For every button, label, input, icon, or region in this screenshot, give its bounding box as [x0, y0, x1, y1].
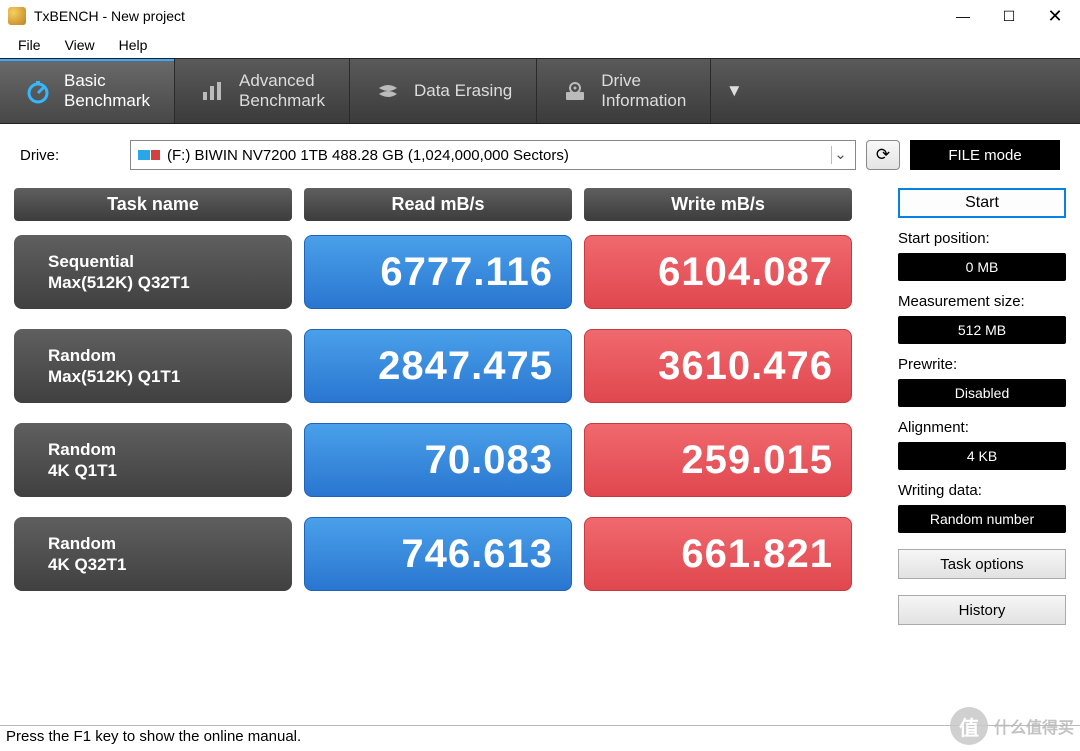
menu-help[interactable]: Help — [107, 35, 160, 55]
header-read: Read mB/s — [304, 188, 572, 221]
drive-selected-text: (F:) BIWIN NV7200 1TB 488.28 GB (1,024,0… — [167, 147, 569, 164]
result-row: Random Max(512K) Q1T1 2847.475 3610.476 — [14, 329, 886, 403]
tab-data-erasing[interactable]: Data Erasing — [350, 59, 537, 123]
start-position-label: Start position: — [898, 230, 1066, 247]
tab-overflow[interactable]: ▼ — [711, 59, 757, 123]
header-write: Write mB/s — [584, 188, 852, 221]
window-title: TxBENCH - New project — [34, 8, 940, 24]
result-row: Random 4K Q32T1 746.613 661.821 — [14, 517, 886, 591]
header-task: Task name — [14, 188, 292, 221]
measurement-size-label: Measurement size: — [898, 293, 1066, 310]
menu-view[interactable]: View — [53, 35, 107, 55]
results-panel: Task name Read mB/s Write mB/s Sequentia… — [14, 188, 886, 625]
tab-label: Information — [601, 91, 686, 111]
measurement-size-value[interactable]: 512 MB — [898, 316, 1066, 344]
task-options-button[interactable]: Task options — [898, 549, 1066, 579]
prewrite-label: Prewrite: — [898, 356, 1066, 373]
task-line1: Random — [48, 533, 276, 554]
tab-advanced-benchmark[interactable]: AdvancedBenchmark — [175, 59, 350, 123]
status-bar: Press the F1 key to show the online manu… — [0, 725, 1080, 751]
close-button[interactable]: ✕ — [1032, 0, 1078, 32]
file-mode-button[interactable]: FILE mode — [910, 140, 1060, 170]
app-icon — [8, 7, 26, 25]
task-line2: Max(512K) Q1T1 — [48, 366, 276, 387]
tab-label: Benchmark — [64, 91, 150, 111]
titlebar: TxBENCH - New project — ☐ ✕ — [0, 0, 1080, 32]
task-line2: 4K Q32T1 — [48, 554, 276, 575]
drive-row: Drive: (F:) BIWIN NV7200 1TB 488.28 GB (… — [0, 124, 1080, 180]
tab-basic-benchmark[interactable]: BasicBenchmark — [0, 59, 175, 123]
drive-icon — [561, 77, 589, 105]
start-position-value[interactable]: 0 MB — [898, 253, 1066, 281]
task-cell[interactable]: Random 4K Q1T1 — [14, 423, 292, 497]
maximize-button[interactable]: ☐ — [986, 0, 1032, 32]
read-value: 6777.116 — [304, 235, 572, 309]
task-cell[interactable]: Random Max(512K) Q1T1 — [14, 329, 292, 403]
gauge-icon — [24, 77, 52, 105]
watermark-text: 什么值得买 — [994, 714, 1074, 738]
sidebar: Start Start position: 0 MB Measurement s… — [898, 188, 1066, 625]
tab-label: Basic — [64, 71, 150, 91]
read-value: 2847.475 — [304, 329, 572, 403]
chevron-down-icon: ▼ — [726, 81, 743, 101]
read-value: 746.613 — [304, 517, 572, 591]
chevron-down-icon: ⌄ — [831, 146, 849, 164]
bars-icon — [199, 77, 227, 105]
tab-drive-information[interactable]: DriveInformation — [537, 59, 711, 123]
watermark-badge: 值 — [950, 707, 988, 745]
disk-icon — [137, 146, 161, 164]
write-value: 661.821 — [584, 517, 852, 591]
task-line1: Sequential — [48, 251, 276, 272]
start-button[interactable]: Start — [898, 188, 1066, 218]
writing-data-label: Writing data: — [898, 482, 1066, 499]
task-line2: Max(512K) Q32T1 — [48, 272, 276, 293]
tab-label: Benchmark — [239, 91, 325, 111]
erase-icon — [374, 77, 402, 105]
history-button[interactable]: History — [898, 595, 1066, 625]
menu-file[interactable]: File — [6, 35, 53, 55]
tab-label: Drive — [601, 71, 686, 91]
watermark: 值 什么值得买 — [950, 707, 1074, 745]
read-value: 70.083 — [304, 423, 572, 497]
minimize-button[interactable]: — — [940, 0, 986, 32]
task-line1: Random — [48, 439, 276, 460]
task-cell[interactable]: Sequential Max(512K) Q32T1 — [14, 235, 292, 309]
result-row: Sequential Max(512K) Q32T1 6777.116 6104… — [14, 235, 886, 309]
refresh-button[interactable]: ⟳ — [866, 140, 900, 170]
task-cell[interactable]: Random 4K Q32T1 — [14, 517, 292, 591]
prewrite-value[interactable]: Disabled — [898, 379, 1066, 407]
write-value: 259.015 — [584, 423, 852, 497]
tab-strip: BasicBenchmark AdvancedBenchmark Data Er… — [0, 58, 1080, 124]
menubar: File View Help — [0, 32, 1080, 58]
alignment-value[interactable]: 4 KB — [898, 442, 1066, 470]
write-value: 6104.087 — [584, 235, 852, 309]
tab-label: Data Erasing — [414, 81, 512, 101]
alignment-label: Alignment: — [898, 419, 1066, 436]
tab-label: Advanced — [239, 71, 325, 91]
writing-data-value[interactable]: Random number — [898, 505, 1066, 533]
drive-select[interactable]: (F:) BIWIN NV7200 1TB 488.28 GB (1,024,0… — [130, 140, 856, 170]
task-line2: 4K Q1T1 — [48, 460, 276, 481]
write-value: 3610.476 — [584, 329, 852, 403]
drive-label: Drive: — [20, 147, 120, 164]
result-row: Random 4K Q1T1 70.083 259.015 — [14, 423, 886, 497]
refresh-icon: ⟳ — [876, 145, 890, 165]
task-line1: Random — [48, 345, 276, 366]
